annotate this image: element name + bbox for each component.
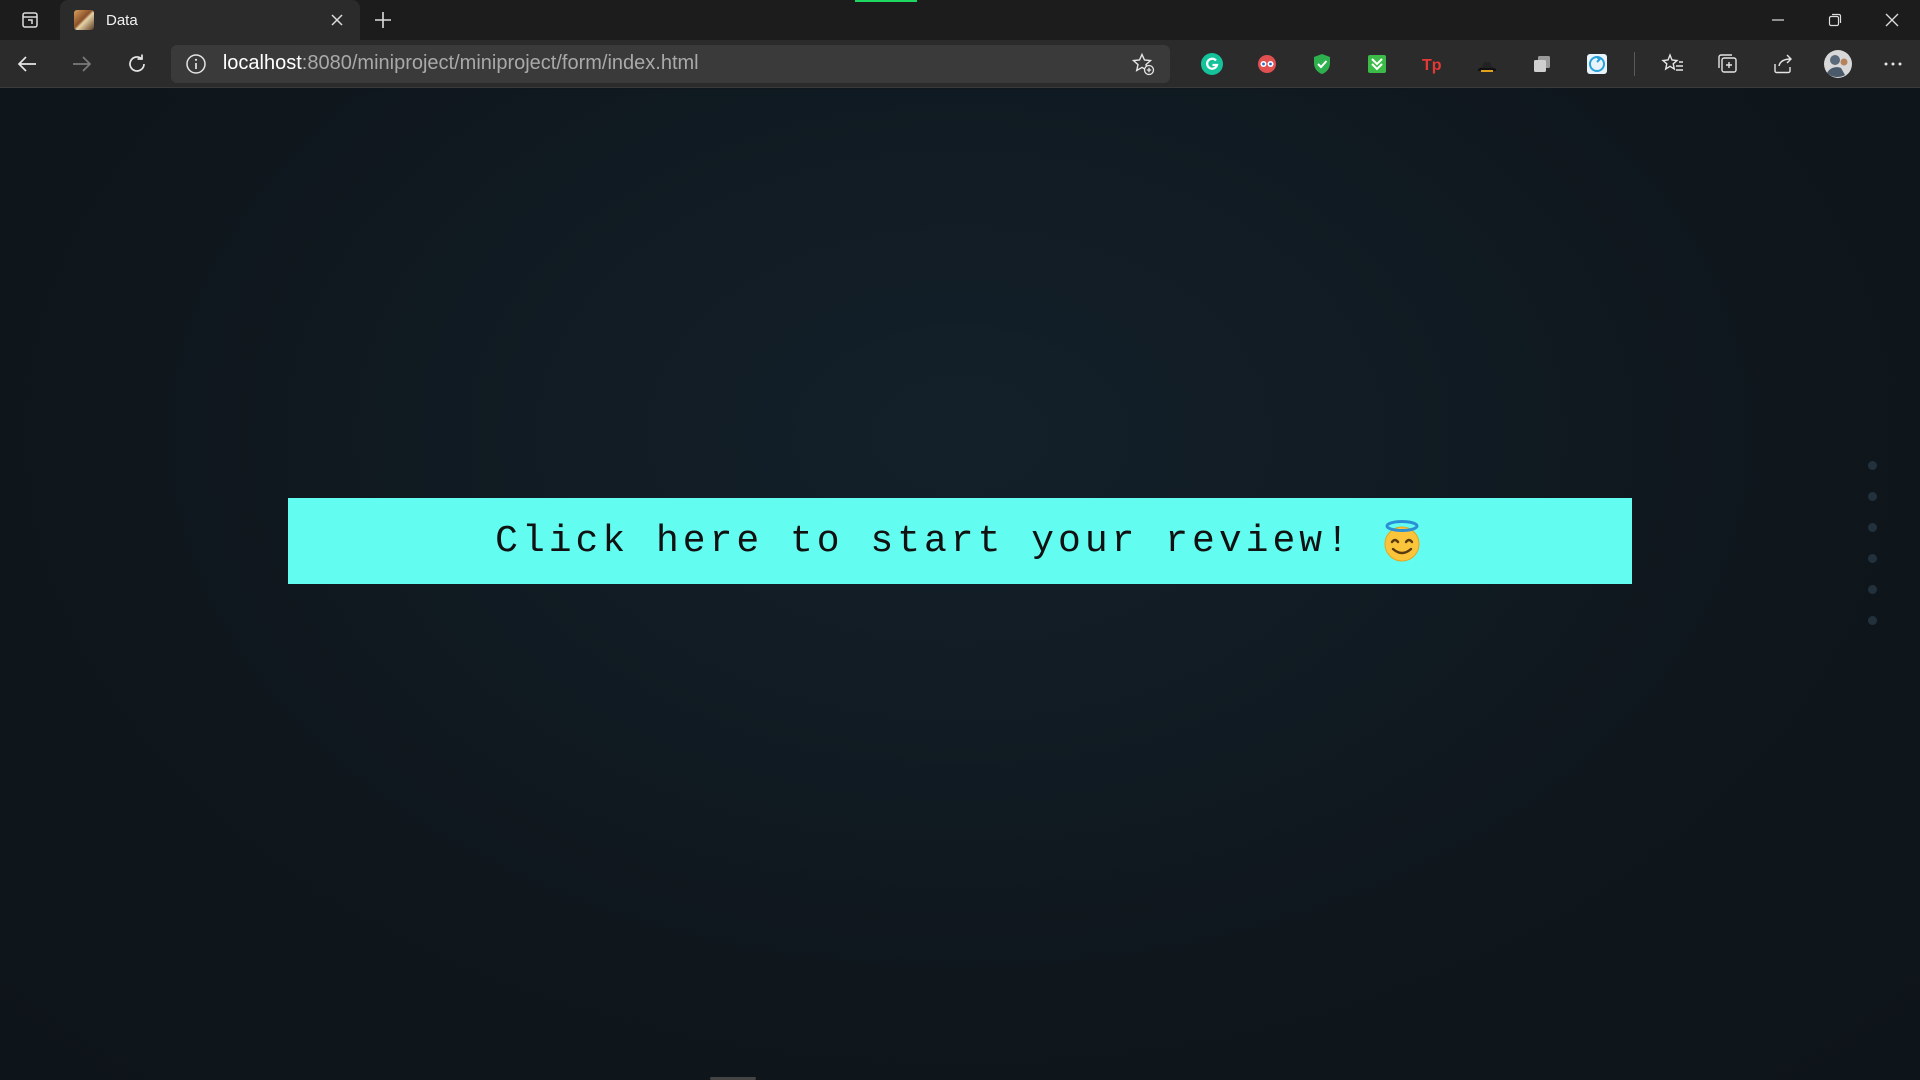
favorites-button[interactable] <box>1645 40 1700 88</box>
refresh-button[interactable] <box>110 40 165 88</box>
loading-indicator <box>855 0 917 2</box>
tp-extension-button[interactable]: Tp <box>1404 40 1459 88</box>
nav-dot[interactable] <box>1868 492 1877 501</box>
extensions-bar: Tp <box>1184 40 1920 88</box>
tab-actions-icon <box>22 12 38 28</box>
more-icon <box>1884 62 1901 65</box>
plus-icon <box>375 12 391 28</box>
address-bar[interactable]: localhost:8080/miniproject/miniproject/f… <box>170 44 1170 83</box>
shield-icon <box>1313 53 1330 74</box>
url-path: :8080/miniproject/miniproject/form/index… <box>301 52 699 74</box>
title-bar: Data <box>0 0 1920 40</box>
tab-close-button[interactable] <box>326 9 348 31</box>
sync-extension-icon <box>1586 53 1607 74</box>
minimize-icon <box>1771 19 1784 21</box>
browser-tab[interactable]: Data <box>60 0 360 40</box>
close-icon <box>1885 13 1898 27</box>
settings-menu-button[interactable] <box>1865 40 1920 88</box>
refresh-icon <box>129 54 146 72</box>
info-icon[interactable] <box>185 53 207 75</box>
copy-extension-icon <box>1533 55 1550 72</box>
share-button[interactable] <box>1755 40 1810 88</box>
tp-extension-icon: Tp <box>1422 57 1442 74</box>
collections-button[interactable] <box>1700 40 1755 88</box>
hat-extension-icon <box>1477 61 1496 72</box>
hat-extension-button[interactable] <box>1459 40 1514 88</box>
start-review-button[interactable]: Click here to start your review! <box>288 498 1632 584</box>
share-icon <box>1773 54 1792 73</box>
nav-dot[interactable] <box>1868 523 1877 532</box>
profile-button[interactable] <box>1810 40 1865 88</box>
url-host: localhost <box>222 52 302 74</box>
download-extension-button[interactable] <box>1349 40 1404 88</box>
restore-button[interactable] <box>1806 0 1863 40</box>
start-review-label: Click here to start your review! <box>495 519 1353 563</box>
avatar-icon <box>1823 49 1852 78</box>
copy-extension-button[interactable] <box>1514 40 1569 88</box>
toolbar-separator <box>1634 51 1635 76</box>
nav-dot[interactable] <box>1868 585 1877 594</box>
arrow-left-icon <box>18 55 37 72</box>
forward-button[interactable] <box>55 40 110 88</box>
close-window-button[interactable] <box>1863 0 1920 40</box>
arrow-right-icon <box>73 55 92 72</box>
collections-icon <box>1717 53 1737 73</box>
mask-extension-icon <box>1257 54 1276 73</box>
mask-extension-button[interactable] <box>1239 40 1294 88</box>
tab-actions-button[interactable] <box>0 0 60 40</box>
nav-dot[interactable] <box>1868 616 1877 625</box>
minimize-button[interactable] <box>1749 0 1806 40</box>
new-tab-button[interactable] <box>360 0 406 40</box>
back-button[interactable] <box>0 40 55 88</box>
add-favorite-button[interactable] <box>1130 51 1156 77</box>
nav-dot[interactable] <box>1868 461 1877 470</box>
url-text: localhost:8080/miniproject/miniproject/f… <box>223 52 1130 75</box>
tab-title: Data <box>106 11 138 29</box>
svg-text:Tp: Tp <box>1422 57 1442 74</box>
sync-extension-button[interactable] <box>1569 40 1624 88</box>
tab-favicon-icon <box>74 10 94 30</box>
slide-navigation-dots <box>1868 461 1878 625</box>
title-bar-drag-area[interactable] <box>406 0 1749 40</box>
restore-icon <box>1828 13 1841 27</box>
star-add-icon <box>1131 52 1155 75</box>
grammarly-icon <box>1200 52 1223 75</box>
download-extension-icon <box>1367 54 1386 73</box>
browser-toolbar: localhost:8080/miniproject/miniproject/f… <box>0 40 1920 88</box>
smiling-face-with-halo-icon <box>1384 520 1420 562</box>
shield-extension-button[interactable] <box>1294 40 1349 88</box>
close-icon <box>331 14 343 26</box>
page-content: Click here to start your review! <box>0 89 1920 1080</box>
nav-dot[interactable] <box>1868 554 1877 563</box>
grammarly-extension-button[interactable] <box>1184 40 1239 88</box>
favorites-icon <box>1660 52 1683 71</box>
